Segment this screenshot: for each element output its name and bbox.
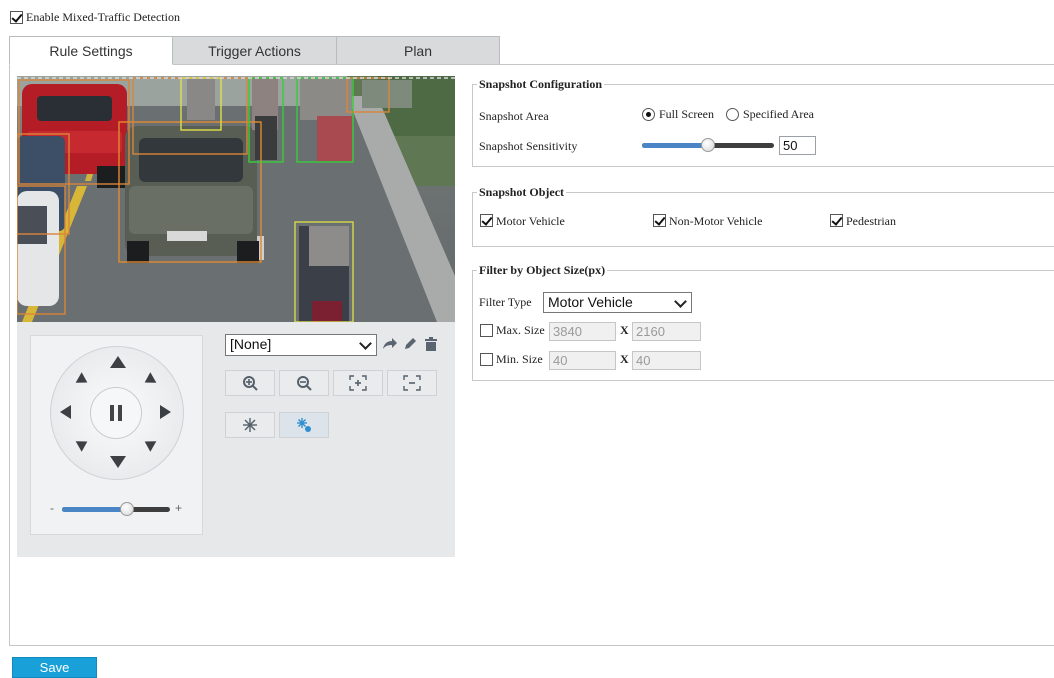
focus-far-button[interactable] bbox=[387, 370, 437, 396]
min-width-input[interactable]: 40 bbox=[549, 351, 616, 370]
ptz-up-icon[interactable] bbox=[110, 356, 126, 368]
pause-button[interactable] bbox=[90, 387, 142, 439]
wiper-icon bbox=[243, 418, 257, 432]
zoom-in-button[interactable] bbox=[225, 370, 275, 396]
light-icon bbox=[297, 418, 311, 432]
ptz-down-icon[interactable] bbox=[110, 456, 126, 468]
ptz-left-icon[interactable] bbox=[60, 405, 71, 419]
focus-near-button[interactable] bbox=[333, 370, 383, 396]
full-screen-label: Full Screen bbox=[659, 107, 714, 121]
enable-detection-checkbox[interactable] bbox=[10, 11, 23, 24]
max-size-checkbox[interactable] bbox=[480, 324, 493, 337]
max-width-input[interactable]: 3840 bbox=[549, 322, 616, 341]
sensitivity-slider-thumb[interactable] bbox=[701, 138, 715, 152]
min-x-separator: X bbox=[620, 352, 629, 366]
enable-detection-label: Enable Mixed-Traffic Detection bbox=[26, 10, 180, 24]
max-height-input[interactable]: 2160 bbox=[632, 322, 701, 341]
delete-preset-icon[interactable] bbox=[424, 337, 438, 351]
ptz-right-icon[interactable] bbox=[160, 405, 171, 419]
chevron-down-icon bbox=[359, 337, 372, 350]
specified-area-label: Specified Area bbox=[743, 107, 814, 121]
motor-vehicle-label: Motor Vehicle bbox=[496, 214, 565, 228]
focus-far-icon bbox=[403, 375, 421, 391]
snapshot-object-legend: Snapshot Object bbox=[477, 185, 567, 200]
speed-slider-fill bbox=[62, 507, 124, 512]
full-screen-radio[interactable] bbox=[642, 108, 655, 121]
filter-size-legend: Filter by Object Size(px) bbox=[477, 263, 608, 278]
sensitivity-input[interactable]: 50 bbox=[779, 136, 816, 155]
snapshot-sensitivity-label: Snapshot Sensitivity bbox=[479, 139, 578, 153]
non-motor-vehicle-checkbox[interactable] bbox=[653, 214, 666, 227]
snapshot-area-label: Snapshot Area bbox=[479, 109, 549, 123]
min-size-checkbox[interactable] bbox=[480, 353, 493, 366]
video-scene bbox=[17, 76, 455, 322]
zoom-in-icon bbox=[243, 376, 258, 391]
min-height-input[interactable]: 40 bbox=[632, 351, 701, 370]
max-x-separator: X bbox=[620, 323, 629, 337]
sensitivity-slider-fill bbox=[642, 143, 708, 148]
speed-plus: + bbox=[175, 501, 183, 515]
zoom-out-button[interactable] bbox=[279, 370, 329, 396]
speed-minus: - bbox=[50, 501, 54, 515]
pedestrian-checkbox[interactable] bbox=[830, 214, 843, 227]
tab-rule-settings[interactable]: Rule Settings bbox=[9, 36, 173, 65]
snapshot-config-legend: Snapshot Configuration bbox=[477, 77, 605, 92]
speed-slider-thumb[interactable] bbox=[120, 502, 134, 516]
tab-trigger-actions[interactable]: Trigger Actions bbox=[172, 36, 337, 65]
snapshot-config-section bbox=[472, 84, 1054, 167]
zoom-out-icon bbox=[297, 376, 312, 391]
live-video[interactable] bbox=[17, 76, 455, 322]
save-button[interactable]: Save bbox=[12, 657, 97, 678]
filter-type-label: Filter Type bbox=[479, 295, 532, 309]
non-motor-vehicle-label: Non-Motor Vehicle bbox=[669, 214, 763, 228]
max-size-label: Max. Size bbox=[496, 323, 545, 337]
edit-preset-icon[interactable] bbox=[403, 337, 417, 351]
focus-near-icon bbox=[349, 375, 367, 391]
light-button[interactable] bbox=[279, 412, 329, 438]
chevron-down-icon bbox=[674, 295, 687, 308]
specified-area-radio[interactable] bbox=[726, 108, 739, 121]
pedestrian-label: Pedestrian bbox=[846, 214, 896, 228]
motor-vehicle-checkbox[interactable] bbox=[480, 214, 493, 227]
filter-type-select[interactable]: Motor Vehicle bbox=[543, 292, 692, 313]
goto-preset-icon[interactable] bbox=[382, 337, 398, 351]
preset-select[interactable]: [None] bbox=[225, 334, 377, 356]
wiper-button[interactable] bbox=[225, 412, 275, 438]
min-size-label: Min. Size bbox=[496, 352, 543, 366]
pause-icon bbox=[110, 405, 114, 421]
tab-plan[interactable]: Plan bbox=[336, 36, 500, 65]
